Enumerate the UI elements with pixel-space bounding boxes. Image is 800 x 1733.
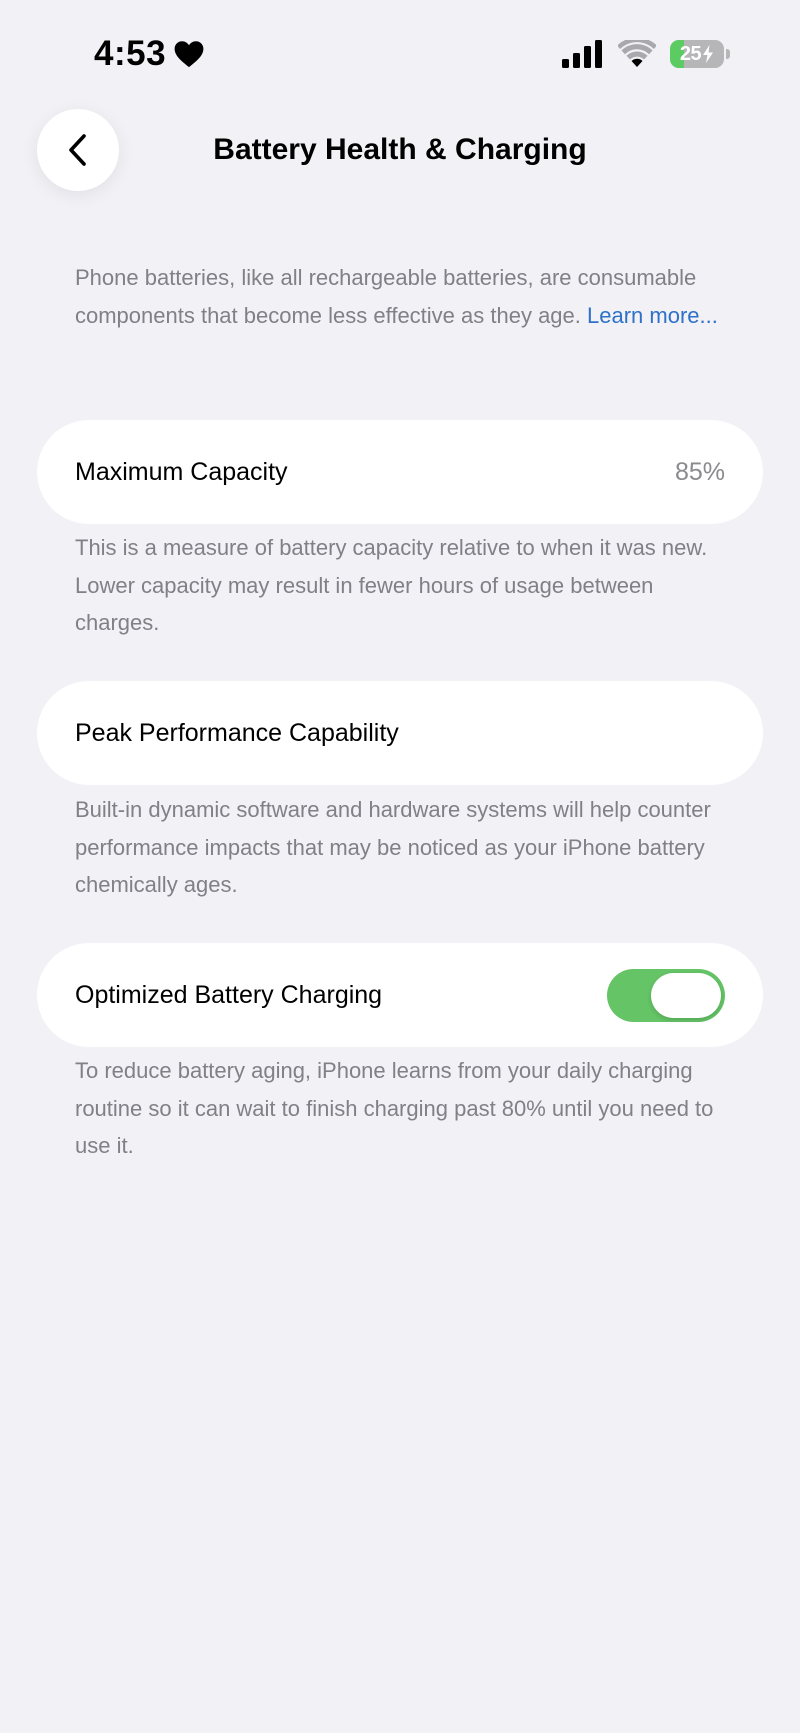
battery-charging-icon: 25 <box>670 40 730 68</box>
battery-nub <box>726 49 730 59</box>
intro-description: Phone batteries, like all rechargeable b… <box>75 259 735 334</box>
peak-performance-row[interactable]: Peak Performance Capability <box>37 681 763 785</box>
battery-body: 25 <box>670 40 724 68</box>
status-time: 4:53 <box>94 34 167 73</box>
optimized-charging-toggle[interactable] <box>607 968 725 1022</box>
optimized-charging-description: To reduce battery aging, iPhone learns f… <box>75 1058 714 1158</box>
wifi-icon <box>618 40 656 67</box>
maximum-capacity-description: This is a measure of battery capacity re… <box>75 535 708 635</box>
battery-level: 25 <box>679 42 702 65</box>
toggle-knob <box>651 972 721 1018</box>
page-title: Battery Health & Charging <box>213 133 587 166</box>
peak-performance-label: Peak Performance Capability <box>75 718 399 747</box>
peak-performance-description: Built-in dynamic software and hardware s… <box>75 797 711 897</box>
battery-level-text: 25 <box>680 43 714 66</box>
status-time-group: 4:53 <box>94 30 204 78</box>
status-bar: 4:53 25 <box>0 0 800 100</box>
learn-more-link[interactable]: Learn more... <box>587 303 718 328</box>
maximum-capacity-row: Maximum Capacity 85% <box>37 420 763 524</box>
heart-icon <box>174 41 204 68</box>
optimized-charging-label: Optimized Battery Charging <box>75 980 383 1009</box>
optimized-charging-row: Optimized Battery Charging <box>37 943 763 1047</box>
status-indicators: 25 <box>562 36 730 72</box>
cellular-signal-icon <box>562 40 602 68</box>
maximum-capacity-value: 85% <box>674 457 725 486</box>
maximum-capacity-label: Maximum Capacity <box>75 457 288 486</box>
charging-bolt-icon <box>703 45 714 63</box>
